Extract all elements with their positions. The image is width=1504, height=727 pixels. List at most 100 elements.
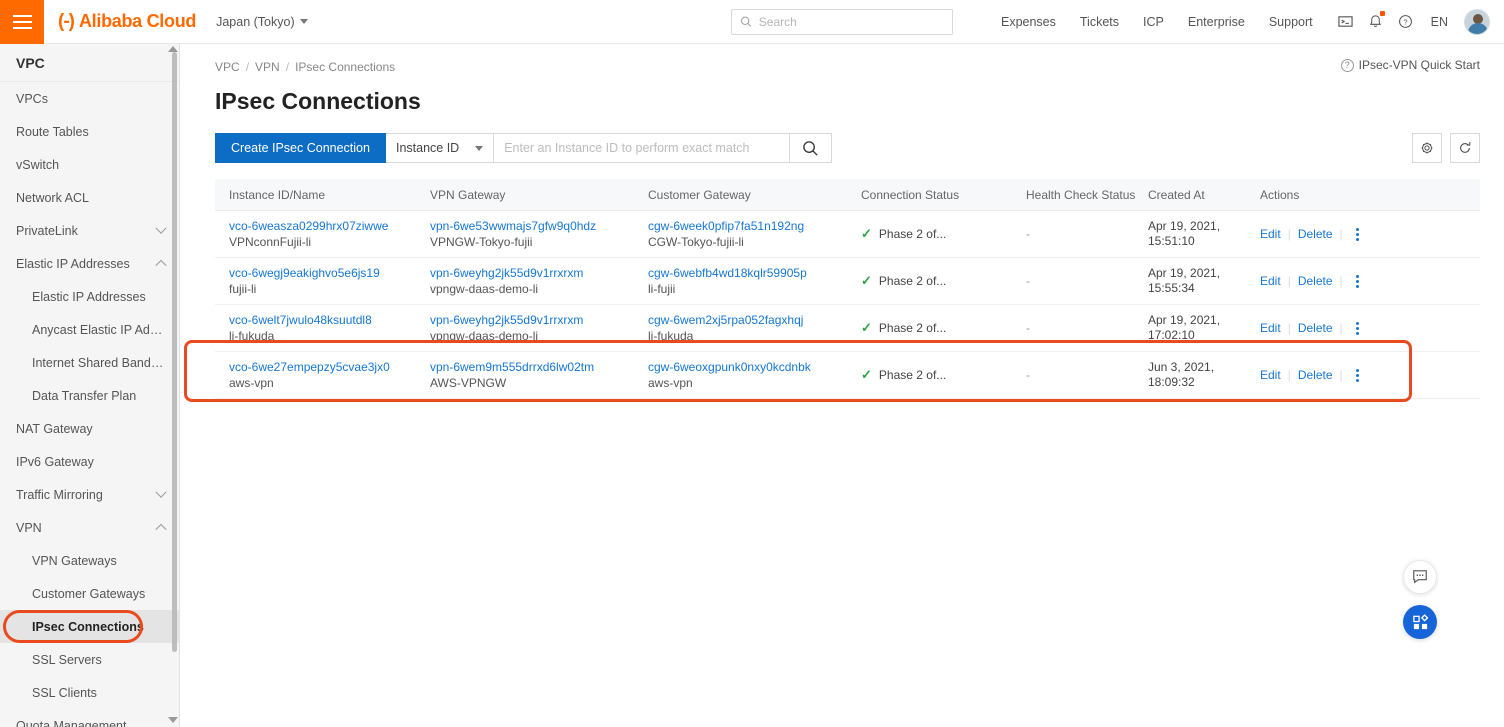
action-divider: | [1287,368,1291,382]
main-content: VPC / VPN / IPsec Connections ? IPsec-VP… [181,44,1504,727]
cell-connection-status: ✓ Phase 2 of... [861,273,1026,289]
breadcrumb-separator: / [285,60,290,74]
sidebar-item-route-tables[interactable]: Route Tables [0,115,179,148]
sidebar-item-ssl-servers[interactable]: SSL Servers [0,643,179,676]
instance-search-box[interactable] [494,133,791,163]
created-time: 18:09:32 [1148,375,1195,389]
sidebar-item-quota-management[interactable]: Quota Management [0,709,179,727]
edit-action[interactable]: Edit [1260,321,1281,335]
customer-gateway-link[interactable]: cgw-6wem2xj5rpa052fagxhqj [648,312,861,328]
sidebar-item-privatelink[interactable]: PrivateLink [0,214,179,247]
delete-action[interactable]: Delete [1298,368,1333,382]
action-divider: | [1287,321,1291,335]
sidebar-item-traffic-mirroring[interactable]: Traffic Mirroring [0,478,179,511]
more-actions-icon[interactable] [1355,368,1359,382]
sidebar-item-vswitch[interactable]: vSwitch [0,148,179,181]
chevron-up-icon[interactable] [155,259,167,271]
chevron-down-icon[interactable] [155,222,167,234]
sidebar-item-nat-gateway[interactable]: NAT Gateway [0,412,179,445]
table-row[interactable]: vco-6we27empepzy5cvae3jx0 aws-vpn vpn-6wem… [215,352,1480,399]
quick-start-link[interactable]: ? IPsec-VPN Quick Start [1340,58,1480,72]
breadcrumb-item-vpn[interactable]: VPN [255,60,280,74]
top-link-expenses[interactable]: Expenses [989,15,1068,29]
top-link-support[interactable]: Support [1257,15,1325,29]
chevron-up-icon[interactable] [155,523,167,535]
create-ipsec-connection-button[interactable]: Create IPsec Connection [215,133,386,163]
instance-id-link[interactable]: vco-6we27empepzy5cvae3jx0 [229,359,430,375]
chat-support-button[interactable] [1403,560,1437,594]
sidebar-item-label: IPsec Connections [32,619,144,634]
sidebar-item-ipsec-connections[interactable]: IPsec Connections [0,610,179,643]
instance-id-link[interactable]: vco-6welt7jwulo48ksuutdl8 [229,312,430,328]
customer-gateway-link[interactable]: cgw-6week0pfip7fa51n192ng [648,218,861,234]
edit-action[interactable]: Edit [1260,274,1281,288]
user-avatar[interactable] [1464,8,1490,35]
action-divider: | [1339,321,1343,335]
brand-logo[interactable]: (-) Alibaba Cloud [58,11,196,33]
table-row[interactable]: vco-6weasza0299hrx07ziwwe VPNconnFujii-li… [215,211,1480,258]
page-title: IPsec Connections [215,88,421,114]
sidebar-item-elastic-ip-addresses[interactable]: Elastic IP Addresses [0,280,179,313]
chevron-down-icon[interactable] [155,486,167,498]
sidebar-item-customer-gateways[interactable]: Customer Gateways [0,577,179,610]
more-actions-icon[interactable] [1355,227,1359,241]
global-search-box[interactable] [730,8,953,35]
top-link-icp[interactable]: ICP [1131,15,1176,29]
sidebar-item-network-acl[interactable]: Network ACL [0,181,179,214]
refresh-button[interactable] [1450,133,1480,163]
more-actions-icon[interactable] [1355,321,1359,335]
delete-action[interactable]: Delete [1298,274,1333,288]
sidebar-item-ipv6-gateway[interactable]: IPv6 Gateway [0,445,179,478]
bell-icon[interactable] [1361,7,1391,37]
filter-type-select[interactable]: Instance ID [385,133,495,163]
sidebar-item-vpn[interactable]: VPN [0,511,179,544]
scroll-down-arrow-icon[interactable] [168,717,178,723]
customer-gateway-link[interactable]: cgw-6weoxgpunk0nxy0kcdnbk [648,359,861,375]
sidebar-item-data-transfer-plan[interactable]: Data Transfer Plan [0,379,179,412]
apps-launcher-button[interactable] [1403,605,1437,639]
vpn-gateway-link[interactable]: vpn-6wem9m555drrxd6lw02tm [430,359,648,375]
language-selector[interactable]: EN [1421,15,1458,29]
breadcrumb-item-vpc[interactable]: VPC [215,60,240,74]
column-settings-button[interactable] [1412,133,1442,163]
vpn-gateway-link[interactable]: vpn-6weyhg2jk55d9v1rrxrxm [430,265,648,281]
global-search-input[interactable] [758,14,944,29]
cell-customer-gateway: cgw-6week0pfip7fa51n192ng CGW-Tokyo-fujii… [648,218,861,250]
search-icon [740,16,752,27]
customer-gateway-link[interactable]: cgw-6webfb4wd18kqlr59905p [648,265,861,281]
vpn-gateway-link[interactable]: vpn-6we53wwmajs7gfw9q0hdz [430,218,648,234]
delete-action[interactable]: Delete [1298,321,1333,335]
created-date: Jun 3, 2021, [1148,360,1215,374]
sidebar-item-ssl-clients[interactable]: SSL Clients [0,676,179,709]
ipsec-connections-table: Instance ID/Name VPN Gateway Customer Ga… [205,179,1480,399]
help-icon[interactable]: ? [1391,7,1421,37]
hamburger-menu-icon[interactable] [0,0,44,44]
sidebar-item-elastic-ip-addresses[interactable]: Elastic IP Addresses [0,247,179,280]
top-link-tickets[interactable]: Tickets [1068,15,1131,29]
action-divider: | [1339,227,1343,241]
sidebar-scrollbar[interactable] [172,52,177,652]
instance-id-link[interactable]: vco-6weasza0299hrx07ziwwe [229,218,430,234]
vpn-gateway-link[interactable]: vpn-6weyhg2jk55d9v1rrxrxm [430,312,648,328]
table-row[interactable]: vco-6wegj9eakighvo5e6js19 fujii-li vpn-6we… [215,258,1480,305]
cell-instance: vco-6we27empepzy5cvae3jx0 aws-vpn [215,359,430,391]
table-row[interactable]: vco-6welt7jwulo48ksuutdl8 li-fukuda vpn-6w… [215,305,1480,352]
more-actions-icon[interactable] [1355,274,1359,288]
instance-search-input[interactable] [504,141,780,155]
sidebar-item-vpn-gateways[interactable]: VPN Gateways [0,544,179,577]
delete-action[interactable]: Delete [1298,227,1333,241]
cell-created-at: Apr 19, 2021, 15:55:34 [1148,266,1260,296]
cloud-shell-icon[interactable] [1331,7,1361,37]
edit-action[interactable]: Edit [1260,227,1281,241]
top-link-enterprise[interactable]: Enterprise [1176,15,1257,29]
instance-id-link[interactable]: vco-6wegj9eakighvo5e6js19 [229,265,430,281]
search-submit-button[interactable] [790,133,833,163]
table-header-row: Instance ID/Name VPN Gateway Customer Ga… [215,179,1480,211]
sidebar-item-internet-shared-bandwidth[interactable]: Internet Shared Bandwidth [0,346,179,379]
sidebar-item-anycast-elastic-ip-addresses[interactable]: Anycast Elastic IP Addresses [0,313,179,346]
region-selector[interactable]: Japan (Tokyo) [216,15,308,29]
sidebar-item-vpcs[interactable]: VPCs [0,82,179,115]
edit-action[interactable]: Edit [1260,368,1281,382]
cell-instance: vco-6weasza0299hrx07ziwwe VPNconnFujii-li [215,218,430,250]
apps-grid-icon [1412,613,1428,629]
